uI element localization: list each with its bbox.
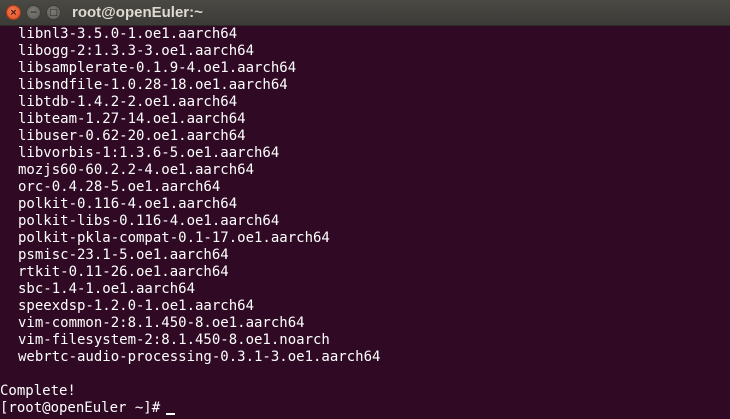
package-line: polkit-0.116-4.oe1.aarch64 (18, 196, 238, 212)
package-line: libsamplerate-0.1.9-4.oe1.aarch64 (18, 60, 297, 76)
package-list: libnl3-3.5.0-1.oe1.aarch64 libogg-2:1.3.… (0, 26, 730, 366)
text-cursor (166, 413, 176, 415)
minimize-button[interactable]: − (26, 5, 41, 20)
package-line: orc-0.4.28-5.oe1.aarch64 (18, 179, 221, 195)
package-line: rtkit-0.11-26.oe1.aarch64 (18, 264, 229, 280)
close-icon: × (9, 8, 18, 18)
package-line: libtdb-1.4.2-2.oe1.aarch64 (18, 94, 238, 110)
terminal-window: × − □ root@openEuler:~ libnl3-3.5.0-1.oe… (0, 0, 730, 419)
package-line: polkit-libs-0.116-4.oe1.aarch64 (18, 213, 280, 229)
shell-prompt: [root@openEuler ~]# (0, 400, 161, 416)
window-title: root@openEuler:~ (72, 4, 203, 21)
package-line: psmisc-23.1-5.oe1.aarch64 (18, 247, 229, 263)
prompt-line[interactable]: [root@openEuler ~]# (0, 400, 730, 417)
package-line: libvorbis-1:1.3.6-5.oe1.aarch64 (18, 145, 280, 161)
package-line: libnl3-3.5.0-1.oe1.aarch64 (18, 26, 238, 42)
package-line: speexdsp-1.2.0-1.oe1.aarch64 (18, 298, 255, 314)
package-line: mozjs60-60.2.2-4.oe1.aarch64 (18, 162, 255, 178)
title-bar[interactable]: × − □ root@openEuler:~ (0, 0, 730, 26)
complete-message: Complete! (0, 383, 76, 399)
package-line: libogg-2:1.3.3-3.oe1.aarch64 (18, 43, 255, 59)
package-line: libteam-1.27-14.oe1.aarch64 (18, 111, 246, 127)
package-line: libsndfile-1.0.28-18.oe1.aarch64 (18, 77, 288, 93)
package-line: libuser-0.62-20.oe1.aarch64 (18, 128, 246, 144)
close-button[interactable]: × (6, 5, 21, 20)
package-line: sbc-1.4-1.oe1.aarch64 (18, 281, 196, 297)
maximize-icon: □ (49, 8, 58, 18)
package-line: polkit-pkla-compat-0.1-17.oe1.aarch64 (18, 230, 330, 246)
terminal-output[interactable]: libnl3-3.5.0-1.oe1.aarch64 libogg-2:1.3.… (0, 26, 730, 419)
package-line: vim-filesystem-2:8.1.450-8.oe1.noarch (18, 332, 330, 348)
minimize-icon: − (29, 8, 38, 18)
package-line: webrtc-audio-processing-0.3.1-3.oe1.aarc… (18, 349, 381, 365)
maximize-button[interactable]: □ (46, 5, 61, 20)
package-line: vim-common-2:8.1.450-8.oe1.aarch64 (18, 315, 305, 331)
